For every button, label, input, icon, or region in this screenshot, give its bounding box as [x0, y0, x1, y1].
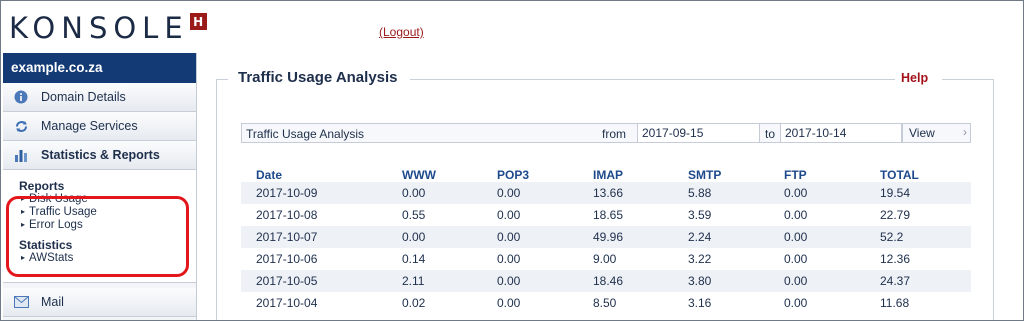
table-cell: 18.65	[593, 208, 624, 222]
column-header: WWW	[402, 167, 436, 182]
table-cell: 3.16	[688, 296, 712, 310]
sidebar-item-label: Manage Services	[41, 119, 138, 133]
help-link[interactable]: Help	[895, 71, 943, 85]
table-cell: 3.80	[673, 270, 769, 292]
column-header: Date	[256, 167, 283, 182]
window-frame: KONSOLE H (Logout) example.co.za Domain …	[0, 0, 1024, 321]
header: KONSOLE H (Logout)	[1, 1, 1023, 51]
table-cell: 0.00	[497, 296, 521, 310]
table-cell: 3.59	[688, 208, 712, 222]
table-row: 2017-10-07 0.00 0.00 49.96 2.24 0.00 52.…	[241, 226, 971, 248]
to-date-input[interactable]: 2017-10-14	[780, 124, 902, 142]
table-cell: 2017-10-06	[256, 252, 318, 266]
table-cell: 18.46	[578, 270, 673, 292]
table-cell: 0.00	[769, 226, 865, 248]
table-cell: 2.24	[673, 226, 769, 248]
table-cell: 22.79	[880, 208, 911, 222]
table-cell: 52.2	[865, 226, 971, 248]
bar-chart-icon	[13, 147, 29, 163]
logout-link[interactable]: (Logout)	[379, 25, 424, 39]
table-cell: 11.68	[880, 296, 910, 310]
view-button[interactable]: View ›	[902, 124, 971, 142]
table-cell: 0.00	[387, 182, 482, 204]
sidebar: example.co.za Domain Details Manage Serv…	[3, 53, 197, 320]
column-header: FTP	[784, 167, 807, 182]
view-button-label: View	[909, 126, 935, 140]
page-title: Traffic Usage Analysis	[228, 69, 410, 86]
table-cell: 2.11	[387, 270, 482, 292]
table-row: 2017-10-06 0.14 0.00 9.00 3.22 0.00 12.3…	[241, 248, 971, 270]
to-label: to	[765, 127, 776, 141]
table-cell: 0.00	[497, 208, 521, 222]
sidebar-item-label: Statistics & Reports	[41, 148, 160, 162]
table-cell: 0.00	[482, 182, 578, 204]
table-cell: 0.00	[784, 296, 808, 310]
reports-heading: Reports	[19, 179, 65, 193]
traffic-table: Date WWW POP3 IMAP SMTP FTP TOTAL 2017-1…	[241, 167, 971, 314]
logo: KONSOLE H	[9, 12, 207, 44]
table-cell: 2017-10-05	[241, 270, 387, 292]
table-cell: 0.00	[497, 252, 521, 266]
highlight-annotation	[6, 196, 189, 277]
table-cell: 2017-10-07	[241, 226, 387, 248]
table-cell: 2017-10-09	[241, 182, 387, 204]
table-cell: 0.00	[482, 270, 578, 292]
table-row: 2017-10-08 0.55 0.00 18.65 3.59 0.00 22.…	[241, 204, 971, 226]
from-label: from	[602, 127, 626, 141]
chevron-right-icon: ›	[963, 125, 967, 139]
refresh-icon	[13, 118, 29, 134]
toolbar-label: Traffic Usage Analysis	[246, 127, 365, 141]
table-cell: 0.55	[402, 208, 426, 222]
table-cell: 5.88	[673, 182, 769, 204]
sidebar-item-label: Domain Details	[41, 90, 126, 104]
from-date-input[interactable]: 2017-09-15	[637, 124, 760, 142]
column-header: SMTP	[688, 167, 722, 182]
table-cell: 9.00	[593, 252, 617, 266]
table-cell: 8.50	[593, 296, 617, 310]
column-header: POP3	[497, 167, 530, 182]
mail-icon	[13, 294, 29, 310]
table-cell: 2017-10-04	[256, 296, 318, 310]
table-row: 2017-10-09 0.00 0.00 13.66 5.88 0.00 19.…	[241, 182, 971, 204]
column-header: IMAP	[593, 167, 623, 182]
logo-badge: H	[189, 13, 207, 30]
table-cell: 0.14	[402, 252, 426, 266]
table-cell: 0.00	[769, 182, 865, 204]
logo-text: KONSOLE	[9, 11, 189, 45]
table-cell: 49.96	[578, 226, 673, 248]
sidebar-item-mail[interactable]: Mail	[3, 288, 196, 317]
table-row: 2017-10-04 0.02 0.00 8.50 3.16 0.00 11.6…	[241, 292, 971, 314]
table-cell: 2017-10-08	[256, 208, 318, 222]
domain-name: example.co.za	[3, 53, 196, 83]
sidebar-item-label: Mail	[41, 295, 64, 309]
table-cell: 0.02	[402, 296, 426, 310]
column-header: TOTAL	[880, 167, 919, 182]
info-icon	[13, 89, 29, 105]
date-filter-bar: Traffic Usage Analysis from 2017-09-15 t…	[241, 123, 971, 143]
table-cell: 0.00	[387, 226, 482, 248]
table-cell: 13.66	[578, 182, 673, 204]
table-row: 2017-10-05 2.11 0.00 18.46 3.80 0.00 24.…	[241, 270, 971, 292]
table-cell: 0.00	[784, 208, 808, 222]
sidebar-item-statistics-reports[interactable]: Statistics & Reports	[3, 141, 196, 170]
table-cell: 12.36	[880, 252, 911, 266]
sidebar-item-manage-services[interactable]: Manage Services	[3, 112, 196, 141]
table-cell: 0.00	[769, 270, 865, 292]
table-header-row: Date WWW POP3 IMAP SMTP FTP TOTAL	[241, 167, 971, 182]
table-cell: 19.54	[865, 182, 971, 204]
table-cell: 3.22	[688, 252, 712, 266]
table-cell: 0.00	[784, 252, 808, 266]
table-cell: 24.37	[865, 270, 971, 292]
table-cell: 0.00	[482, 226, 578, 248]
main-content: Traffic Usage Analysis Help Traffic Usag…	[198, 53, 1023, 320]
sidebar-item-domain-details[interactable]: Domain Details	[3, 83, 196, 112]
